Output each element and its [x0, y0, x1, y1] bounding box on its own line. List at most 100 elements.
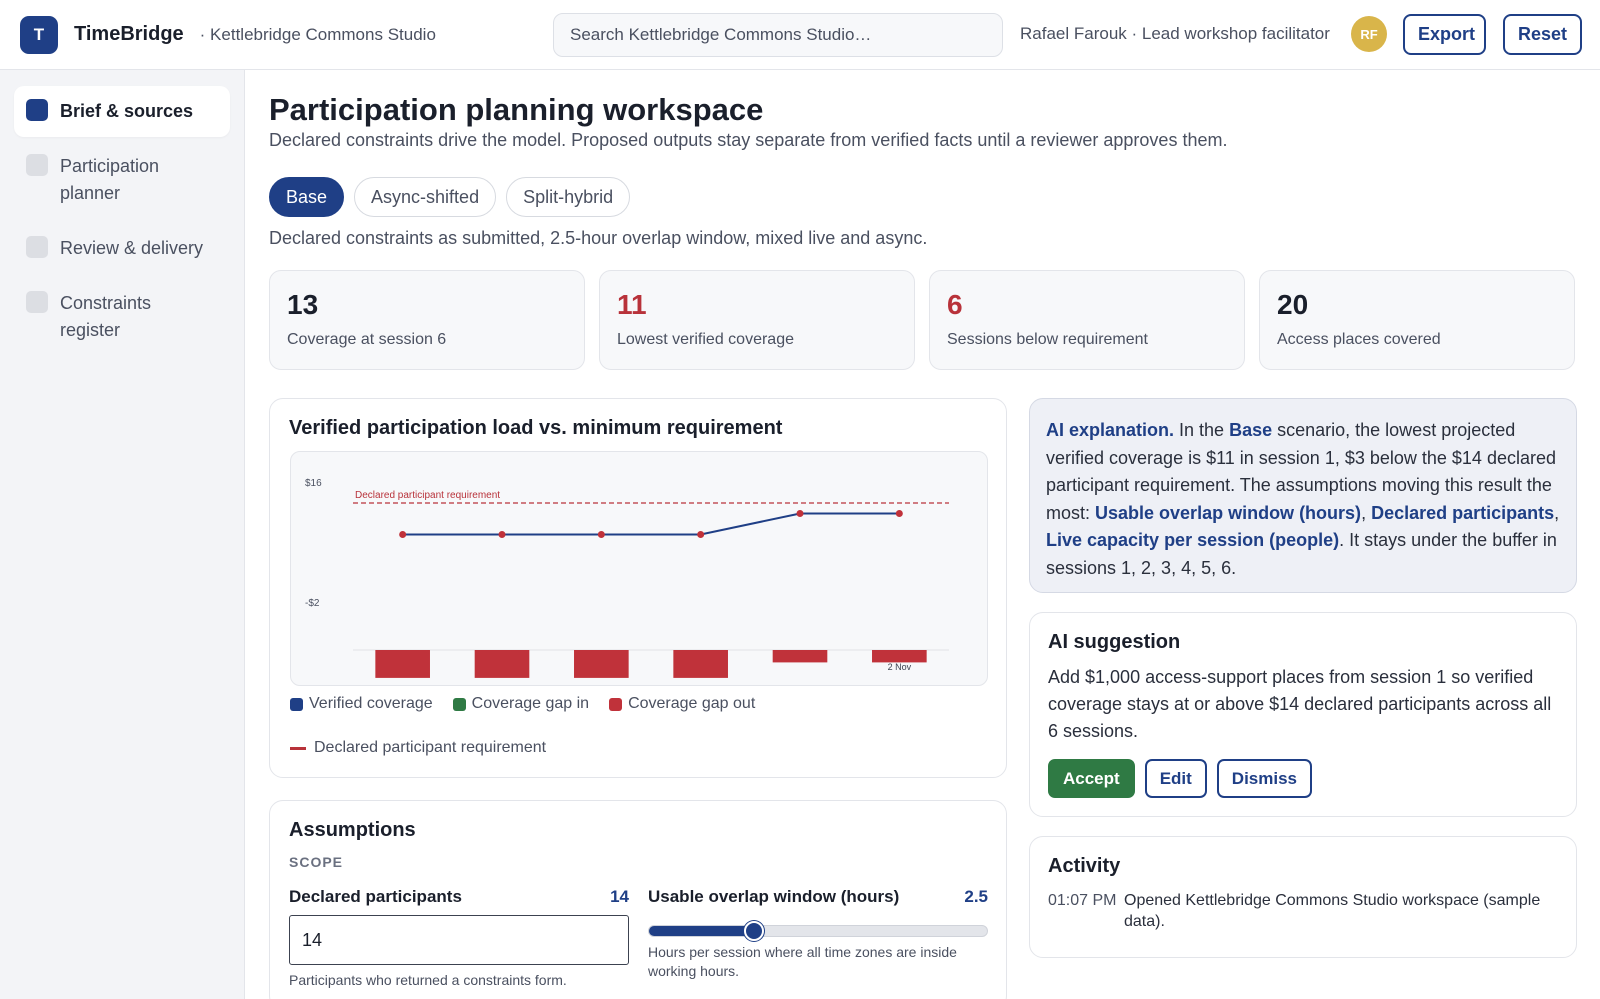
sidebar-item-label: Constraints register — [60, 293, 152, 340]
kpi-value: 13 — [287, 289, 319, 320]
kpi-card: 20 Access places covered — [1259, 270, 1575, 370]
explanation-scenario[interactable]: Base — [1229, 420, 1272, 440]
field-value: 14 — [610, 887, 629, 906]
sidebar-item-label: Participation planner — [60, 156, 160, 203]
workspace-name: · Kettlebridge Commons Studio — [199, 24, 436, 44]
chart-legend: Verified coverage Coverage gap in Covera… — [290, 695, 755, 713]
suggestion-actions: Accept Edit Dismiss — [1048, 759, 1558, 798]
avatar[interactable]: RF — [1351, 16, 1387, 52]
nav-square-icon — [26, 236, 48, 258]
legend-item: Declared participant requirement — [290, 739, 546, 757]
legend-item: Coverage gap in — [452, 695, 590, 713]
field-label: Declared participants — [289, 887, 462, 906]
kpi-card: 13 Coverage at session 6 — [269, 270, 585, 370]
suggestion-text: Add $1,000 access-support places from se… — [1048, 667, 1552, 741]
bar-coverage-gap-out — [474, 650, 530, 678]
legend-swatch-icon — [290, 697, 303, 711]
app-logo[interactable]: T — [20, 15, 58, 54]
search-input[interactable] — [553, 13, 1003, 57]
accept-button[interactable]: Accept — [1048, 759, 1135, 798]
field-header: Usable overlap window (hours) 2.5 — [648, 887, 988, 907]
kpi-card: 6 Sessions below requirement — [929, 270, 1245, 370]
chart-area: $16 -$2 Declared participant requirement 2 … — [290, 451, 988, 686]
activity-card: Activity 01:07 PM Opened Kettlebridge Co… — [1029, 836, 1577, 958]
activity-title: Activity — [1048, 855, 1121, 877]
app-name: TimeBridge — [74, 23, 184, 45]
bar-coverage-gap-out — [772, 650, 828, 663]
tab-async-shifted[interactable]: Async-shifted — [354, 177, 497, 217]
edit-button[interactable]: Edit — [1144, 759, 1207, 798]
explanation-factor-link[interactable]: Usable overlap window (hours) — [1095, 503, 1361, 523]
sidebar-item-participation-planner[interactable]: Participation planner — [14, 141, 230, 219]
sidebar-item-constraints-register[interactable]: Constraints register — [14, 278, 230, 356]
field-help: Participants who returned a constraints … — [289, 972, 567, 988]
ai-explanation-card: AI explanation. In the Base scenario, th… — [1029, 398, 1577, 593]
reference-annotation: Declared participant requirement — [355, 490, 500, 501]
sidebar-item-label: Brief & sources — [60, 101, 194, 121]
x-tick-label: 2 Nov — [888, 662, 912, 672]
chart-title: Verified participation load vs. minimum … — [289, 417, 783, 439]
kpi-value: 11 — [617, 289, 647, 320]
nav-square-icon — [26, 291, 48, 313]
assumptions-title: Assumptions — [289, 819, 416, 841]
chart-card: Verified participation load vs. minimum … — [269, 398, 1007, 778]
y-tick-label: $16 — [305, 478, 322, 489]
tab-base[interactable]: Base — [269, 177, 345, 217]
sidebar-item-review-delivery[interactable]: Review & delivery — [14, 223, 230, 274]
explanation-lead: AI explanation. — [1046, 420, 1175, 440]
sidebar: Brief & sources Participation planner Re… — [0, 70, 245, 999]
y-tick-label: -$2 — [305, 598, 320, 609]
ai-suggestion-card: AI suggestion Add $1,000 access-support … — [1029, 612, 1577, 817]
slider-thumb[interactable] — [743, 921, 764, 941]
suggestion-title: AI suggestion — [1048, 631, 1181, 653]
sidebar-item-label: Review & delivery — [60, 238, 204, 258]
kpi-label: Lowest verified coverage — [617, 331, 794, 348]
bar-coverage-gap-out — [872, 650, 927, 663]
legend-line-icon — [290, 746, 306, 750]
kpi-card: 11 Lowest verified coverage — [599, 270, 915, 370]
main-content: Participation planning workspace Declare… — [245, 70, 1600, 999]
data-point — [697, 531, 705, 538]
explanation-text: , — [1554, 502, 1560, 523]
legend-label: Declared participant requirement — [314, 739, 547, 756]
activity-entry: 01:07 PM Opened Kettlebridge Commons Stu… — [1048, 890, 1558, 932]
field-label: Usable overlap window (hours) — [648, 887, 900, 906]
data-point — [597, 531, 605, 538]
sidebar-item-brief-sources[interactable]: Brief & sources — [14, 86, 230, 137]
field-header: Declared participants 14 — [289, 887, 629, 907]
overlap-window-field: Usable overlap window (hours) 2.5 Hours … — [648, 887, 988, 981]
explanation-factor-link[interactable]: Live capacity per session (people) — [1046, 530, 1339, 550]
legend-item: Coverage gap out — [609, 695, 755, 713]
page-title: Participation planning workspace — [269, 92, 764, 127]
legend-label: Coverage gap out — [628, 695, 756, 712]
kpi-label: Coverage at session 6 — [287, 331, 447, 348]
kpi-row: 13 Coverage at session 6 11 Lowest verif… — [269, 270, 1575, 370]
assumptions-card: Assumptions SCOPE Declared participants … — [269, 800, 1007, 999]
user-label: Rafael Farouk · Lead workshop facilitato… — [1020, 24, 1330, 43]
legend-label: Coverage gap in — [471, 695, 590, 712]
legend-swatch-icon — [609, 697, 623, 711]
bar-coverage-gap-out — [574, 650, 629, 678]
kpi-value: 20 — [1277, 289, 1309, 320]
data-point — [895, 510, 903, 517]
declared-participants-input[interactable] — [289, 915, 629, 965]
bar-coverage-gap-out — [375, 650, 430, 678]
scenario-description: Declared constraints as submitted, 2.5-h… — [269, 228, 928, 248]
explanation-factor-link[interactable]: Declared participants — [1371, 503, 1554, 523]
legend-swatch-icon — [452, 697, 466, 711]
kpi-label: Access places covered — [1277, 331, 1441, 348]
participation-chart: $16 -$2 Declared participant requirement 2 … — [305, 478, 949, 678]
legend-label: Verified coverage — [309, 695, 433, 712]
data-point — [399, 531, 407, 538]
explanation-text: , — [1361, 502, 1372, 523]
activity-time: 01:07 PM — [1048, 892, 1117, 909]
top-bar: T TimeBridge · Kettlebridge Commons Stud… — [0, 0, 1600, 70]
export-button[interactable]: Export — [1403, 14, 1486, 55]
reset-button[interactable]: Reset — [1503, 14, 1582, 55]
bar-coverage-gap-out — [673, 650, 728, 678]
dismiss-button[interactable]: Dismiss — [1216, 759, 1312, 798]
tab-split-hybrid[interactable]: Split-hybrid — [506, 177, 631, 217]
overlap-window-slider[interactable] — [648, 921, 988, 941]
page-subtitle: Declared constraints drive the model. Pr… — [269, 130, 1228, 150]
nav-square-icon — [26, 99, 48, 121]
